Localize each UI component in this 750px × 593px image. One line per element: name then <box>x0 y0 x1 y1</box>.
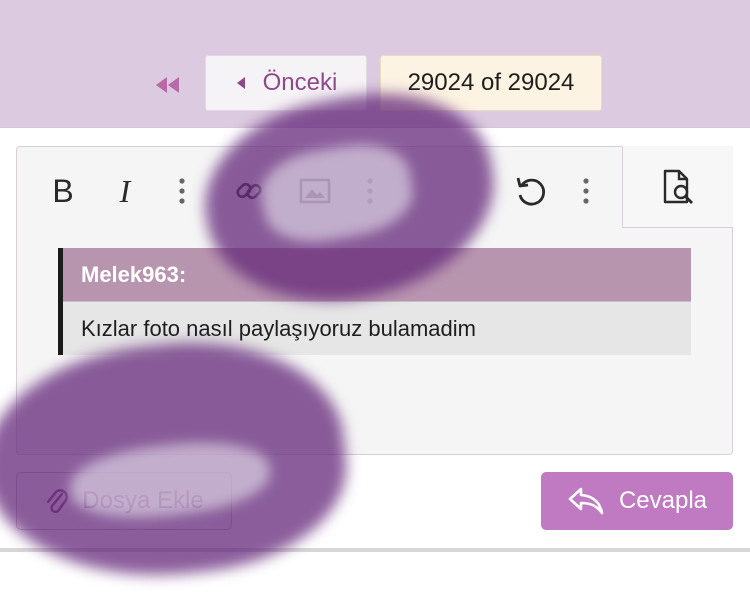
quote-author: Melek963: <box>63 248 691 302</box>
caret-left-icon <box>236 77 245 89</box>
preview-button[interactable] <box>622 146 733 228</box>
insert-link-button[interactable] <box>230 168 268 214</box>
image-icon <box>299 178 331 204</box>
bold-button[interactable]: B <box>44 168 82 214</box>
quote-text: Kızlar foto nasıl paylaşıyoruz bulamadim <box>81 316 476 341</box>
first-page-button[interactable] <box>150 70 184 100</box>
more-options-button[interactable] <box>576 168 596 214</box>
reply-label: Cevapla <box>618 487 708 514</box>
italic-button[interactable]: I <box>106 168 144 214</box>
paperclip-icon <box>47 489 69 514</box>
more-options-button[interactable] <box>360 168 380 214</box>
undo-icon <box>516 177 546 206</box>
header-band <box>0 0 750 128</box>
more-vertical-icon <box>179 178 185 204</box>
previous-label: Önceki <box>262 69 338 96</box>
reply-icon <box>568 487 604 515</box>
attach-label: Dosya Ekle <box>82 487 204 514</box>
insert-image-button[interactable] <box>296 168 334 214</box>
quote-block: Melek963: Kızlar foto nasıl paylaşıyoruz… <box>58 248 691 355</box>
preview-search-icon <box>663 169 693 204</box>
link-icon <box>236 182 262 200</box>
more-vertical-icon <box>583 178 589 204</box>
divider <box>0 548 750 552</box>
undo-button[interactable] <box>508 168 552 214</box>
attach-file-button[interactable]: Dosya Ekle <box>16 472 232 530</box>
previous-page-button[interactable]: Önceki <box>205 55 367 111</box>
page-counter: 29024 of 29024 <box>380 55 602 111</box>
more-options-button[interactable] <box>172 168 192 214</box>
more-vertical-icon <box>367 178 373 204</box>
double-chevron-left-icon <box>156 77 179 93</box>
reply-button[interactable]: Cevapla <box>541 472 733 530</box>
